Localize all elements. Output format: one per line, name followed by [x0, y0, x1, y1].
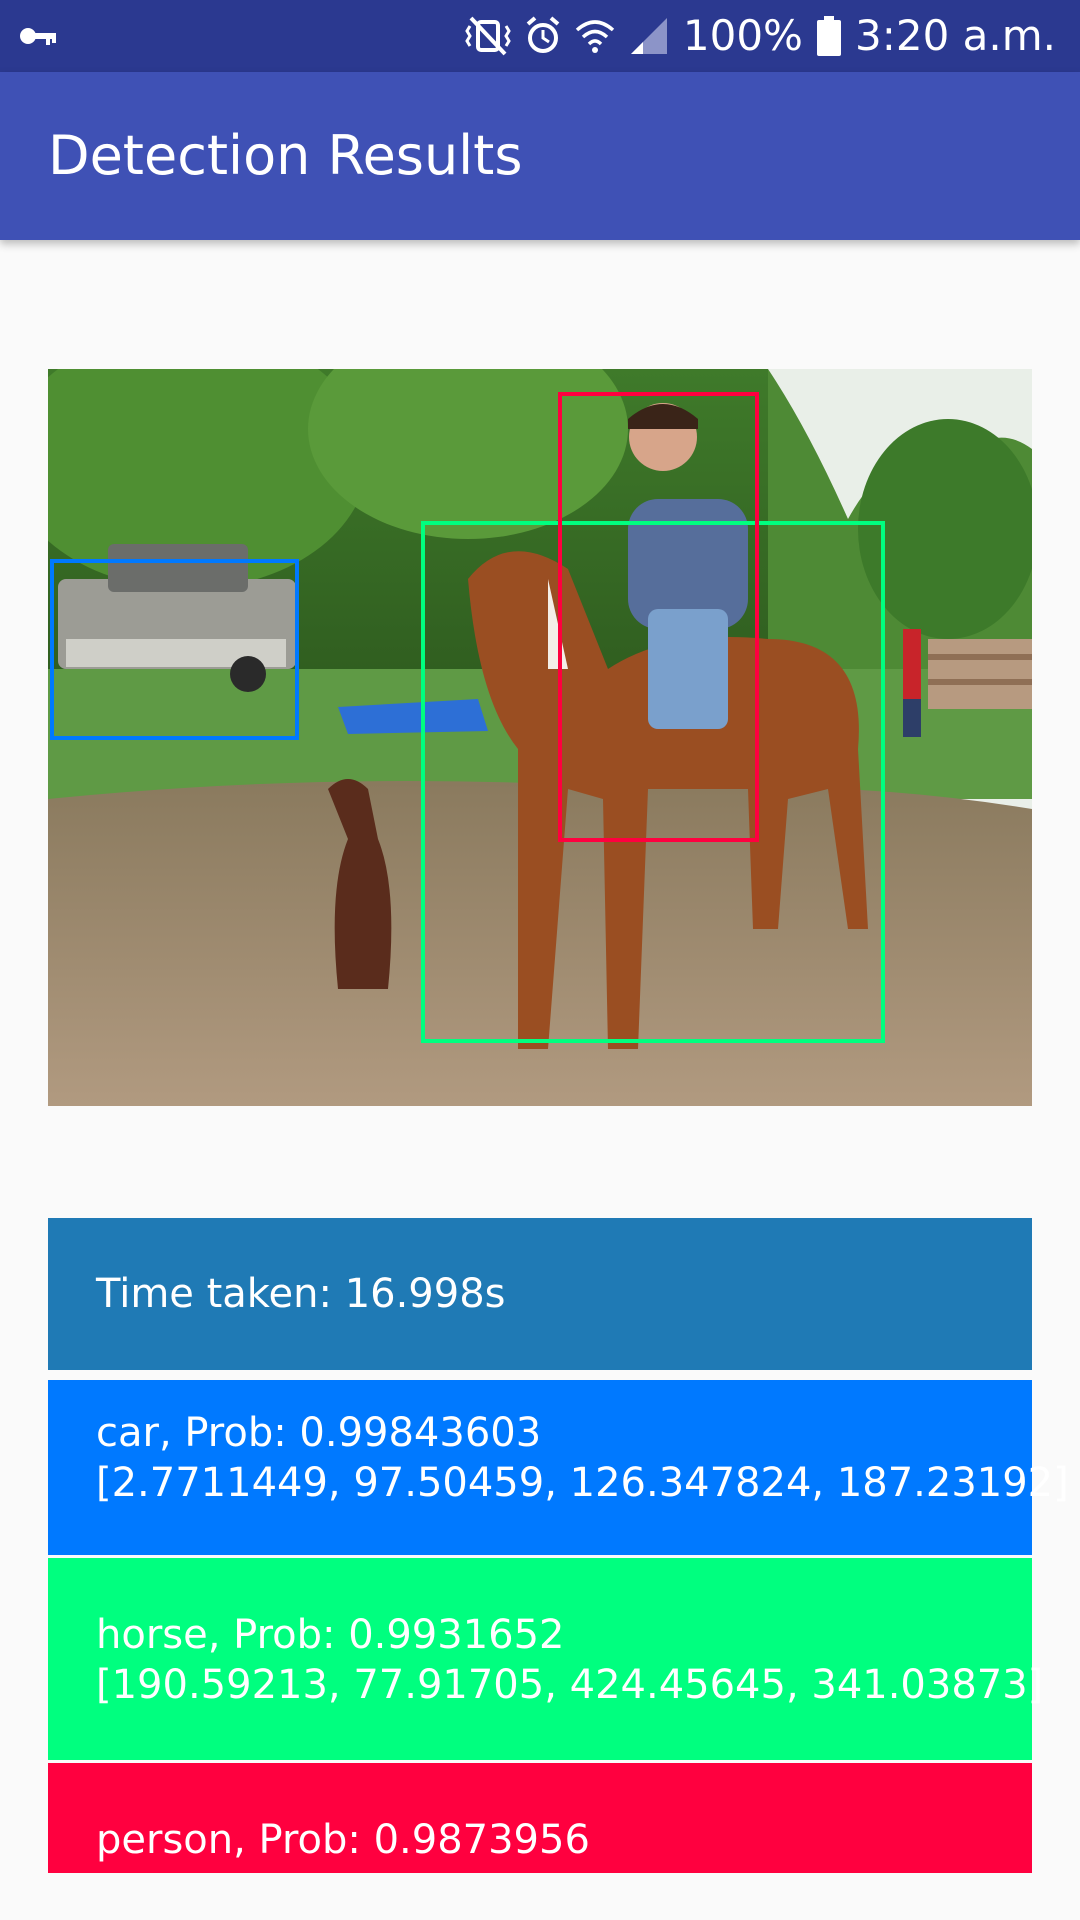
vibrate-icon	[465, 16, 511, 56]
detection-label: car, Prob: 0.99843603	[96, 1410, 542, 1456]
detection-item-person: person, Prob: 0.9873956	[48, 1763, 1032, 1873]
time-taken-text: Time taken: 16.998s	[96, 1271, 506, 1317]
detection-label: person, Prob: 0.9873956	[96, 1817, 590, 1863]
wifi-icon	[575, 16, 615, 56]
page-title: Detection Results	[48, 124, 523, 187]
detection-box-coords: [190.59213, 77.91705, 424.45645, 341.038…	[96, 1662, 1044, 1708]
detection-box-coords: [2.7711449, 97.50459, 126.347824, 187.23…	[96, 1460, 1069, 1506]
alarm-icon	[525, 16, 561, 56]
detection-item-horse: horse, Prob: 0.9931652 [190.59213, 77.91…	[48, 1558, 1044, 1760]
detection-label: horse, Prob: 0.9931652	[96, 1612, 565, 1658]
detection-item-car: car, Prob: 0.99843603 [2.7711449, 97.504…	[48, 1380, 1069, 1555]
signal-icon	[629, 16, 669, 56]
clock: 3:20 a.m.	[854, 11, 1056, 60]
status-bar: 100% 3:20 a.m.	[0, 0, 1080, 72]
key-icon	[18, 18, 60, 54]
battery-icon	[816, 16, 841, 56]
app-bar: Detection Results	[0, 72, 1080, 240]
battery-level: 100%	[682, 11, 803, 60]
detection-image	[48, 369, 1032, 1106]
time-taken-box: Time taken: 16.998s	[48, 1218, 1032, 1370]
